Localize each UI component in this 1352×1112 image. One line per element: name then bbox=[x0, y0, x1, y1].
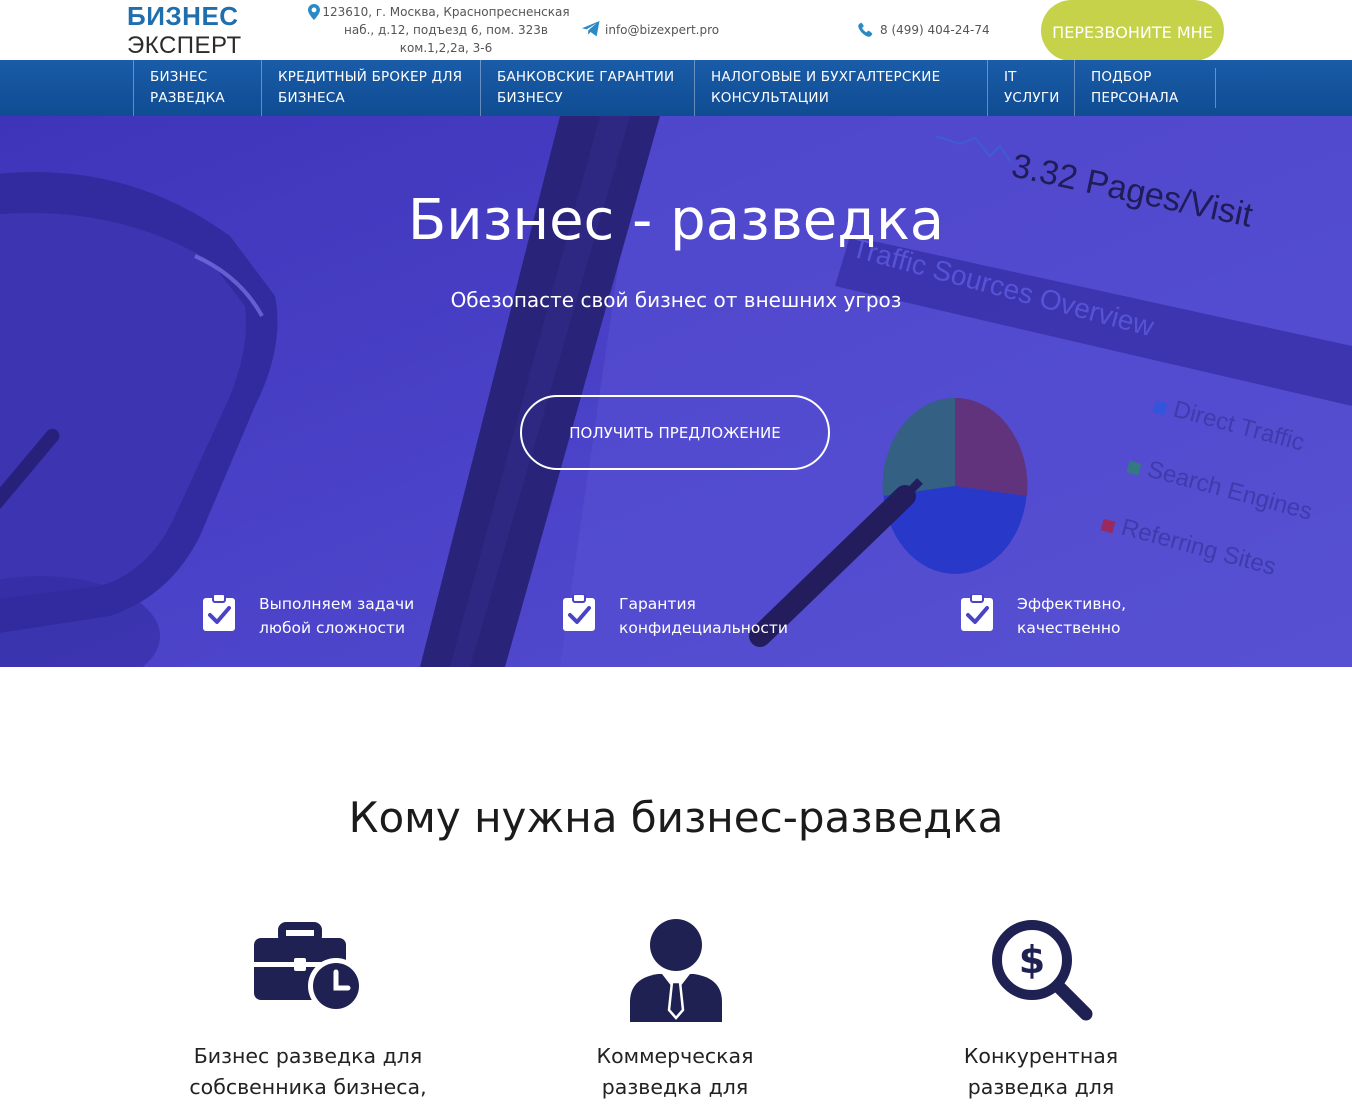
card-line2: разведка для bbox=[601, 1075, 749, 1099]
dollar-search-icon: $ bbox=[992, 920, 1093, 1021]
feature-line2: конфидециальности bbox=[619, 619, 788, 637]
logo-line2: ЭКСПЕРТ bbox=[127, 32, 242, 59]
hero-title: Бизнес - разведка bbox=[407, 188, 945, 253]
briefcase-clock-icon bbox=[254, 922, 364, 1014]
card-line2: собсвенника бизнеса, bbox=[189, 1075, 427, 1099]
get-offer-button[interactable]: ПОЛУЧИТЬ ПРЕДЛОЖЕНИЕ bbox=[520, 395, 830, 470]
businessman-icon bbox=[630, 919, 722, 1022]
card-line2: разведка для bbox=[967, 1075, 1115, 1099]
nav-item-recruiting[interactable]: ПОДБОР ПЕРСОНАЛА bbox=[1074, 60, 1215, 116]
hero-banner: 3.32 Pages/Visit Traffic Sources Overvie… bbox=[0, 116, 1352, 667]
hero-subtitle: Обезопасте свой бизнес от внешних угроз bbox=[450, 288, 902, 312]
address: 123610, г. Москва, Краснопресненская наб… bbox=[322, 5, 570, 55]
phone-link[interactable]: 8 (499) 404-24-74 bbox=[880, 21, 990, 39]
audience-card: Конкурентная разведка для bbox=[861, 1041, 1221, 1103]
logo[interactable]: БИЗНЕС ЭКСПЕРТ bbox=[127, 2, 242, 60]
email-link[interactable]: info@bizexpert.pro bbox=[605, 21, 719, 39]
feature-line1: Эффективно, bbox=[1017, 595, 1127, 613]
audience-card: Бизнес разведка для собсвенника бизнеса, bbox=[128, 1041, 488, 1103]
card-line1: Коммерческая bbox=[596, 1044, 754, 1068]
top-header: БИЗНЕС ЭКСПЕРТ 123610, г. Москва, Красно… bbox=[0, 0, 1352, 61]
phone-icon bbox=[858, 22, 873, 37]
nav-item-tax-consult[interactable]: НАЛОГОВЫЕ И БУХГАЛТЕРСКИЕ КОНСУЛЬТАЦИИ bbox=[694, 60, 987, 116]
nav-item-bank-guarantees[interactable]: БАНКОВСКИЕ ГАРАНТИИ БИЗНЕСУ bbox=[480, 60, 694, 116]
clipboard-check-icon bbox=[961, 594, 993, 631]
section-title: Кому нужна бизнес-разведка bbox=[348, 793, 1004, 842]
feature-line1: Выполняем задачи bbox=[259, 595, 415, 613]
nav-item-business-intel[interactable]: БИЗНЕС РАЗВЕДКА bbox=[133, 60, 261, 116]
logo-line1: БИЗНЕС bbox=[127, 1, 239, 31]
audience-card: Коммерческая разведка для bbox=[495, 1041, 855, 1103]
nav-divider bbox=[1215, 68, 1216, 108]
feature-line2: любой сложности bbox=[259, 619, 406, 637]
nav-item-credit-broker[interactable]: КРЕДИТНЫЙ БРОКЕР ДЛЯ БИЗНЕСА bbox=[261, 60, 480, 116]
card-line1: Бизнес разведка для bbox=[193, 1044, 423, 1068]
feature-line2: качественно bbox=[1017, 619, 1121, 637]
telegram-icon bbox=[582, 21, 600, 37]
svg-text:$: $ bbox=[1019, 938, 1045, 982]
feature-line1: Гарантия bbox=[619, 595, 696, 613]
nav-item-it-services[interactable]: IT УСЛУГИ bbox=[987, 60, 1074, 116]
clipboard-check-icon bbox=[563, 594, 595, 631]
card-line1: Конкурентная bbox=[963, 1044, 1119, 1068]
clipboard-check-icon bbox=[203, 594, 235, 631]
callback-button[interactable]: ПЕРЕЗВОНИТЕ МНЕ bbox=[1041, 0, 1224, 61]
